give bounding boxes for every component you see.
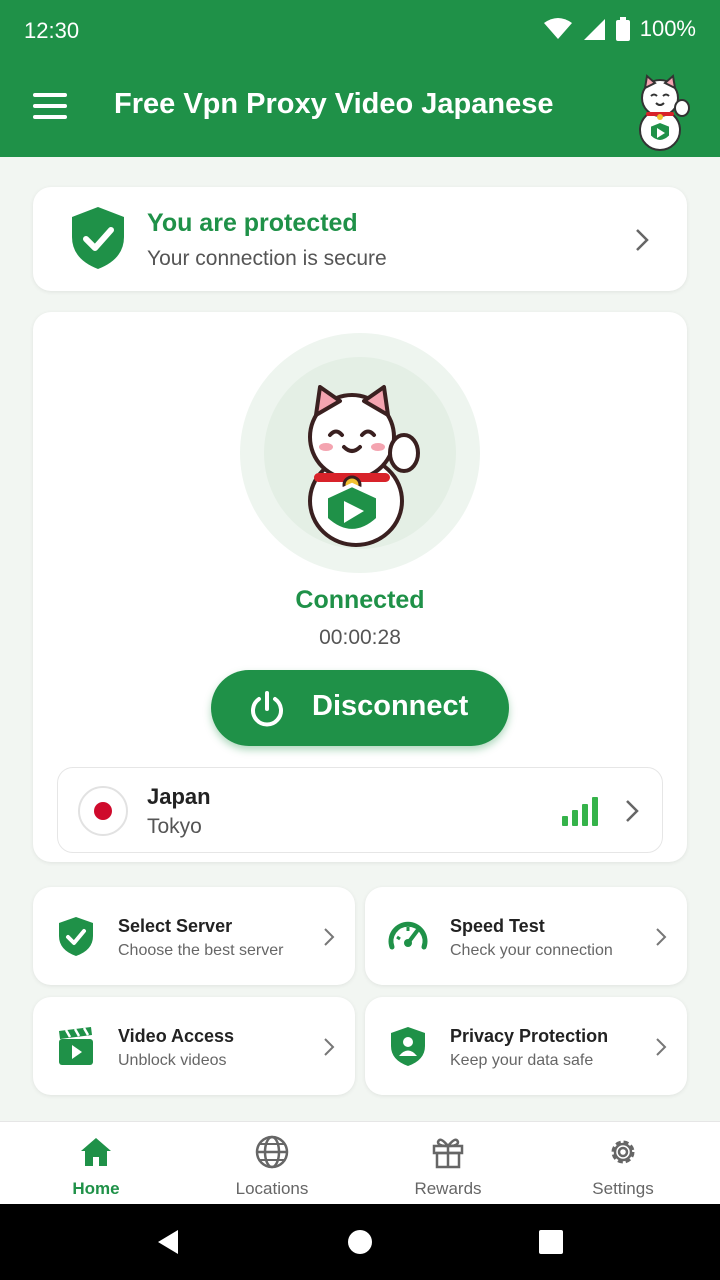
speedometer-icon [388,921,428,950]
nav-label: Settings [592,1179,654,1198]
nav-locations[interactable]: Locations [182,1122,362,1205]
cellular-signal-icon [583,19,605,40]
tile-title: Video Access [118,1026,235,1046]
connection-card: Connected 00:00:28 Disconnect Japan Toky… [33,312,687,862]
battery-percent: 100% [639,16,696,41]
chevron-right-icon [626,800,639,822]
video-access-tile[interactable]: Video Access Unblock videos [33,997,355,1095]
app-title: Free Vpn Proxy Video Japanese [114,88,554,120]
tile-title: Speed Test [450,916,545,936]
connection-timer: 00:00:28 [319,626,401,649]
privacy-protection-tile[interactable]: Privacy Protection Keep your data safe [365,997,687,1095]
protection-status-card[interactable]: You are protected Your connection is sec… [33,187,687,291]
disconnect-button[interactable]: Disconnect [211,670,509,746]
shield-check-icon [72,207,124,269]
back-icon[interactable] [154,1228,182,1256]
home-circle-icon[interactable] [346,1228,374,1256]
tile-subtitle: Keep your data safe [450,1052,594,1069]
power-icon [251,691,283,727]
server-location-row[interactable]: Japan Tokyo [57,767,663,853]
chevron-right-icon [656,1038,667,1056]
lucky-cat-mascot [308,385,420,547]
mascot-halo [240,333,480,573]
protection-subtitle: Your connection is secure [147,247,387,270]
nav-rewards[interactable]: Rewards [358,1122,538,1205]
app-bar: Free Vpn Proxy Video Japanese [0,62,720,157]
clapperboard-icon [59,1027,93,1065]
menu-button[interactable] [30,88,76,128]
gift-icon [432,1138,464,1169]
gear-icon [611,1140,635,1164]
shield-user-icon [391,1027,425,1066]
connection-status: Connected [295,586,425,614]
chevron-right-icon [636,229,649,251]
nav-label: Home [72,1179,120,1198]
nav-label: Locations [235,1179,309,1198]
japan-flag-icon [78,786,128,836]
shield-check-icon [59,917,93,956]
speed-test-tile[interactable]: Speed Test Check your connection [365,887,687,985]
app-header: 12:30 100% Free Vpn Proxy Video Japanese [0,0,720,157]
tile-title: Select Server [118,916,233,936]
location-city: Tokyo [147,815,202,838]
wifi-icon [543,18,572,39]
tile-title: Privacy Protection [450,1026,609,1046]
system-navigation-bar [0,1204,720,1280]
tile-subtitle: Unblock videos [118,1052,227,1069]
status-bar: 12:30 100% [0,0,720,62]
select-server-tile[interactable]: Select Server Choose the best server [33,887,355,985]
home-icon [81,1138,111,1166]
globe-icon [255,1135,289,1169]
location-country: Japan [147,784,211,809]
lucky-cat-logo[interactable] [632,72,694,152]
nav-settings[interactable]: Settings [533,1122,713,1205]
protection-title: You are protected [147,209,358,237]
chevron-right-icon [656,928,667,946]
signal-strength-icon [562,797,598,826]
tile-subtitle: Check your connection [450,942,613,959]
nav-home[interactable]: Home [6,1122,186,1205]
battery-icon [615,17,630,41]
recents-icon[interactable] [537,1228,565,1256]
tile-subtitle: Choose the best server [118,942,284,959]
chevron-right-icon [324,928,335,946]
nav-label: Rewards [414,1179,482,1198]
status-icons: 100% [543,16,696,42]
bottom-navigation: Home Locations Rewards Settings [0,1121,720,1204]
status-time: 12:30 [24,18,80,43]
chevron-right-icon [324,1038,335,1056]
disconnect-label: Disconnect [312,690,469,722]
